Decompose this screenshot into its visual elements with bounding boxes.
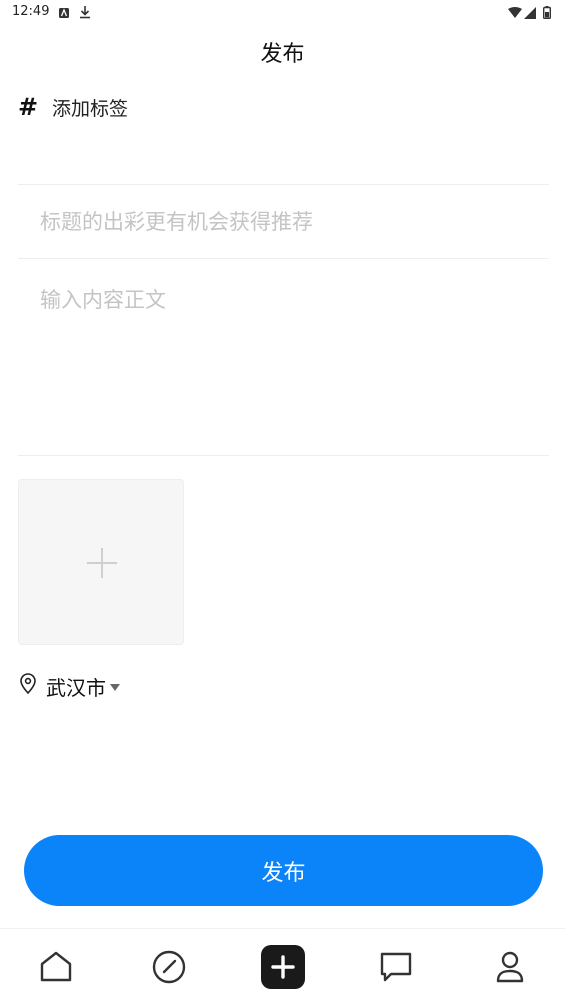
- divider: [18, 258, 549, 259]
- signal-icon: [524, 4, 536, 23]
- compass-icon: [152, 950, 186, 988]
- nav-messages[interactable]: [366, 941, 426, 997]
- add-tag-label: 添加标签: [52, 97, 129, 120]
- status-bar: 12:49: [0, 0, 565, 26]
- battery-icon: [542, 4, 551, 23]
- status-time: 12:49: [12, 4, 50, 19]
- hashtag-icon: #: [18, 93, 39, 121]
- nav-publish[interactable]: [253, 941, 313, 997]
- notification-a-icon: [58, 4, 70, 23]
- title-input[interactable]: [40, 200, 540, 244]
- caret-down-icon: [110, 677, 120, 696]
- location-selector[interactable]: 武汉市: [18, 672, 120, 700]
- add-tag-button[interactable]: # 添加标签: [18, 92, 128, 122]
- page-title: 发布: [260, 42, 305, 67]
- message-icon: [379, 951, 413, 987]
- wifi-icon: [508, 4, 522, 23]
- home-icon: [39, 951, 73, 987]
- divider: [18, 184, 549, 185]
- location-pin-icon: [18, 673, 38, 699]
- publish-button[interactable]: 发布: [24, 835, 543, 906]
- add-square-icon: [261, 945, 305, 993]
- divider: [18, 455, 549, 456]
- location-city: 武汉市: [46, 675, 106, 700]
- bottom-nav: [0, 928, 565, 1005]
- add-image-button[interactable]: [18, 479, 184, 645]
- nav-discover[interactable]: [139, 941, 199, 997]
- nav-home[interactable]: [26, 941, 86, 997]
- nav-profile[interactable]: [480, 941, 540, 997]
- user-icon: [495, 950, 525, 988]
- download-icon: [79, 4, 91, 23]
- content-input[interactable]: [40, 284, 540, 444]
